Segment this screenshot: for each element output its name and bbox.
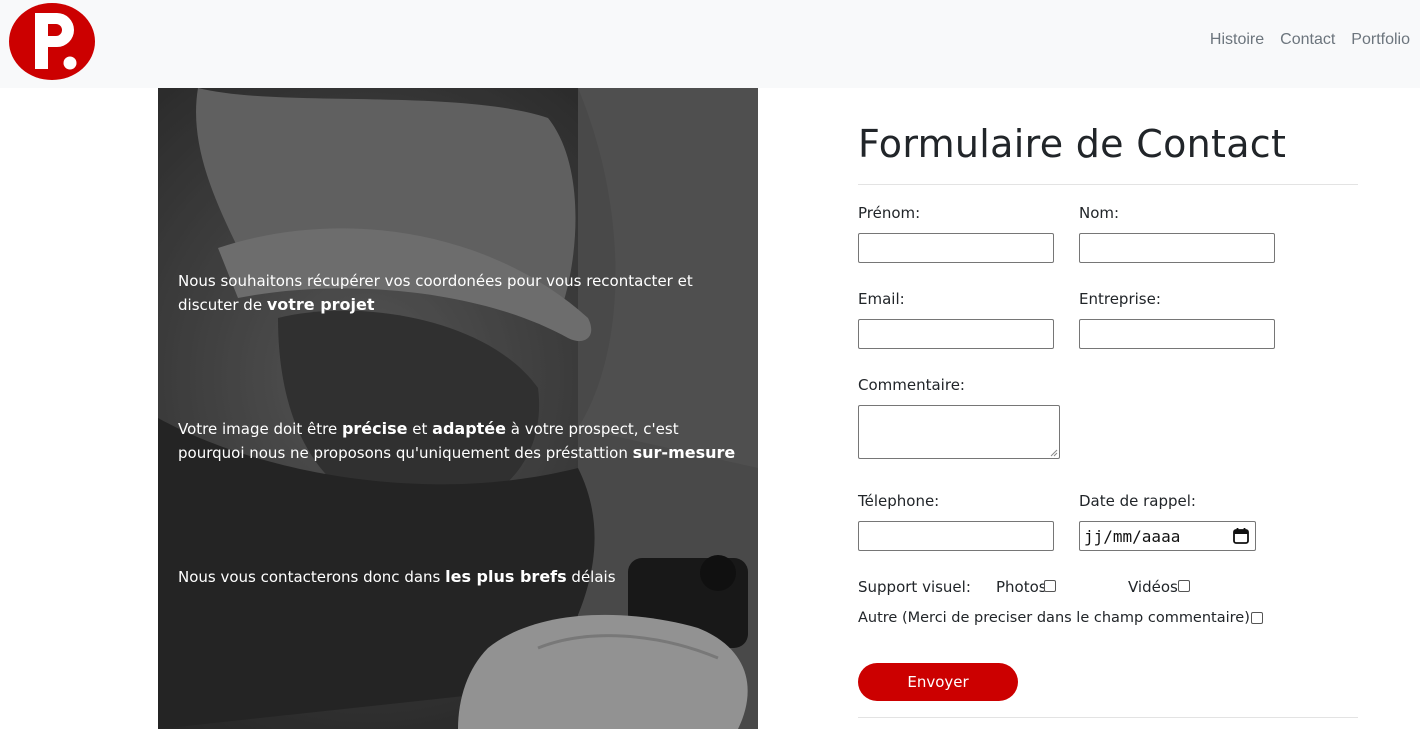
- date-rappel-input[interactable]: jj/mm/aaaa: [1079, 521, 1256, 551]
- text-emphasis: précise: [341, 419, 408, 438]
- email-input[interactable]: [858, 319, 1054, 349]
- photos-checkbox[interactable]: [1044, 580, 1056, 592]
- text-emphasis: les plus brefs: [445, 567, 567, 586]
- date-placeholder: jj/mm/aaaa: [1084, 527, 1181, 546]
- page-title: Formulaire de Contact: [858, 122, 1287, 166]
- calendar-icon[interactable]: [1232, 527, 1250, 545]
- support-visuel-label: Support visuel:: [858, 578, 971, 596]
- divider: [858, 717, 1358, 718]
- autre-checkbox[interactable]: [1251, 612, 1263, 624]
- hero-photo-panel: Nous souhaitons récupérer vos coordonées…: [158, 88, 758, 729]
- intro-paragraph-3: Nous vous contacterons donc dans les plu…: [178, 565, 743, 589]
- photos-label: Photos: [996, 578, 1047, 596]
- commentaire-label: Commentaire:: [858, 376, 965, 394]
- text-emphasis: votre projet: [266, 295, 375, 314]
- commentaire-textarea[interactable]: [858, 405, 1060, 459]
- intro-paragraph-1: Nous souhaitons récupérer vos coordonées…: [178, 269, 743, 317]
- intro-paragraph-2: Votre image doit être précise et adaptée…: [178, 417, 743, 465]
- prenom-label: Prénom:: [858, 204, 921, 222]
- text-emphasis: sur-mesure: [632, 443, 736, 462]
- telephone-input[interactable]: [858, 521, 1054, 551]
- text-segment: Nous vous contacterons donc dans: [178, 568, 446, 586]
- navbar: Histoire Contact Portfolio: [0, 0, 1420, 88]
- nav-link-histoire[interactable]: Histoire: [1210, 31, 1264, 49]
- prenom-input[interactable]: [858, 233, 1054, 263]
- text-emphasis: adaptée: [432, 419, 507, 438]
- email-label: Email:: [858, 290, 905, 308]
- photo-overlay: [158, 88, 758, 729]
- nav-link-contact[interactable]: Contact: [1280, 31, 1335, 49]
- nom-label: Nom:: [1079, 204, 1120, 222]
- nav-links: Histoire Contact Portfolio: [1210, 31, 1410, 49]
- videos-checkbox[interactable]: [1178, 580, 1190, 592]
- text-segment: et: [407, 420, 433, 438]
- entreprise-label: Entreprise:: [1079, 290, 1161, 308]
- entreprise-input[interactable]: [1079, 319, 1275, 349]
- logo-icon[interactable]: [9, 3, 95, 80]
- divider: [858, 184, 1358, 185]
- resize-grip-icon[interactable]: [1050, 449, 1058, 457]
- nav-link-portfolio[interactable]: Portfolio: [1351, 31, 1410, 49]
- contact-form: Formulaire de Contact Prénom: Nom: Email…: [858, 88, 1358, 729]
- autre-label: Autre (Merci de preciser dans le champ c…: [858, 610, 1250, 626]
- date-label: Date de rappel:: [1079, 492, 1196, 510]
- text-segment: délais: [566, 568, 616, 586]
- videos-label: Vidéos: [1128, 578, 1178, 596]
- nom-input[interactable]: [1079, 233, 1275, 263]
- envoyer-button[interactable]: Envoyer: [858, 663, 1018, 701]
- text-segment: Votre image doit être: [178, 420, 342, 438]
- text-segment: Nous souhaitons récupérer vos coordonées…: [178, 272, 693, 314]
- telephone-label: Télephone:: [858, 492, 940, 510]
